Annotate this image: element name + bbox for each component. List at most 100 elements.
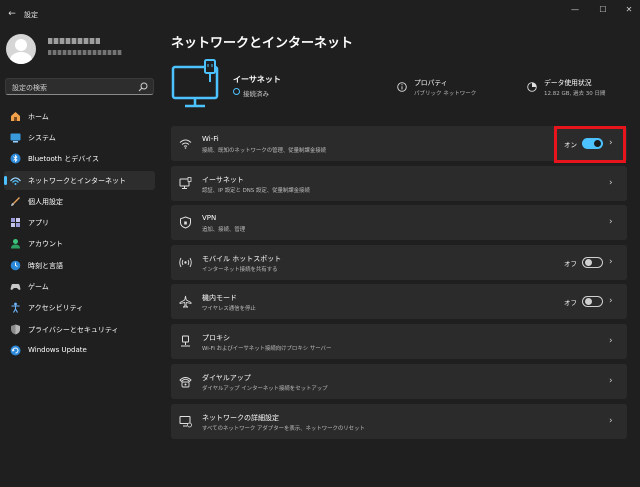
proxy-card[interactable]: プロキシ Wi-Fi およびイーサネット接続向けプロキシ サーバー › xyxy=(171,324,627,359)
hotspot-toggle[interactable] xyxy=(582,257,603,268)
chevron-right-icon: › xyxy=(609,376,613,386)
toggle-knob xyxy=(585,298,592,305)
account-icon xyxy=(11,239,20,249)
data-usage-subtitle: 12.82 GB, 過去 30 日間 xyxy=(544,91,606,97)
user-name-redacted xyxy=(48,38,100,44)
connected-icon xyxy=(233,88,240,95)
vpn-shield-icon xyxy=(180,216,191,229)
card-subtitle: Wi-Fi およびイーサネット接続向けプロキシ サーバー xyxy=(202,346,332,352)
network-icon xyxy=(10,177,21,185)
sidebar-item-personalization[interactable]: 個人用設定 xyxy=(4,192,155,211)
sidebar-item-bluetooth[interactable]: Bluetooth とデバイス xyxy=(4,149,155,168)
ethernet-status: 接続済み xyxy=(243,90,269,98)
personalization-icon xyxy=(11,197,20,206)
sidebar-item-label: ゲーム xyxy=(28,283,49,291)
app-title: 設定 xyxy=(24,11,38,19)
close-button[interactable]: ✕ xyxy=(620,4,638,16)
sidebar-item-apps[interactable]: アプリ xyxy=(4,213,155,232)
airplane-mode-card[interactable]: 機内モード ワイヤレス通信を停止 オフ › xyxy=(171,284,627,319)
minimize-button[interactable]: — xyxy=(566,4,584,16)
ethernet-card[interactable]: イーサネット 認証、IP 設定と DNS 設定、従量制課金接続 › xyxy=(171,166,627,201)
highlight-box xyxy=(554,126,626,163)
hotspot-toggle-label: オフ xyxy=(564,260,577,268)
sidebar-item-label: ネットワークとインターネット xyxy=(28,177,126,185)
sidebar-item-accessibility[interactable]: アクセシビリティ xyxy=(4,298,155,317)
wifi-icon xyxy=(179,139,192,149)
user-email-redacted xyxy=(48,50,122,55)
data-usage-icon xyxy=(527,82,537,92)
sidebar-item-windows-update[interactable]: Windows Update xyxy=(4,341,155,360)
sidebar-item-label: アクセシビリティ xyxy=(28,304,84,312)
accessibility-icon xyxy=(11,302,20,313)
search-placeholder: 設定の検索 xyxy=(12,84,47,92)
chevron-right-icon: › xyxy=(609,257,613,267)
card-title: ダイヤルアップ xyxy=(202,374,251,382)
sidebar-item-label: システム xyxy=(28,134,56,142)
card-subtitle: 追加、接続、管理 xyxy=(202,227,246,233)
chevron-right-icon: › xyxy=(609,416,613,426)
apps-icon xyxy=(11,218,20,227)
maximize-button[interactable]: ☐ xyxy=(594,4,612,16)
card-subtitle: すべてのネットワーク アダプターを表示、ネットワークのリセット xyxy=(202,426,365,432)
sidebar-item-gaming[interactable]: ゲーム xyxy=(4,277,155,296)
bluetooth-icon xyxy=(10,153,21,164)
card-title: プロキシ xyxy=(202,334,230,342)
back-button[interactable]: ← xyxy=(6,8,18,20)
sidebar-item-home[interactable]: ホーム xyxy=(4,107,155,126)
airplane-toggle[interactable] xyxy=(582,296,603,307)
dial-up-icon xyxy=(179,377,192,388)
advanced-network-icon xyxy=(179,416,192,428)
sidebar-item-network[interactable]: ネットワークとインターネット xyxy=(4,171,155,190)
card-subtitle: 接続、既知のネットワークの管理、従量制課金接続 xyxy=(202,148,326,154)
gaming-icon xyxy=(10,283,21,290)
sidebar-item-label: 個人用設定 xyxy=(28,198,63,206)
sidebar-item-label: アプリ xyxy=(28,219,49,227)
card-title: イーサネット xyxy=(202,176,244,184)
shield-icon xyxy=(11,324,20,335)
sidebar: 設定の検索 ホーム システム Bluetooth とデバイス ネットワークとイン… xyxy=(0,28,160,487)
time-language-icon xyxy=(10,260,21,271)
info-icon xyxy=(397,82,407,92)
page-title: ネットワークとインターネット xyxy=(171,36,354,51)
airplane-icon xyxy=(179,295,192,308)
chevron-right-icon: › xyxy=(609,296,613,306)
sidebar-item-accounts[interactable]: アカウント xyxy=(4,234,155,253)
sidebar-item-label: Bluetooth とデバイス xyxy=(28,155,99,163)
search-icon xyxy=(138,82,148,92)
sidebar-item-system[interactable]: システム xyxy=(4,128,155,147)
sidebar-item-time-language[interactable]: 時刻と言語 xyxy=(4,256,155,275)
card-subtitle: ダイヤルアップ インターネット接続をセットアップ xyxy=(202,386,328,392)
properties-subtitle: パブリック ネットワーク xyxy=(414,91,477,97)
sidebar-item-label: プライバシーとセキュリティ xyxy=(28,326,119,334)
data-usage-title[interactable]: データ使用状況 xyxy=(544,77,592,87)
search-input[interactable]: 設定の検索 xyxy=(5,78,154,95)
card-subtitle: ワイヤレス通信を停止 xyxy=(202,306,256,312)
ethernet-monitor-icon xyxy=(171,59,219,108)
chevron-right-icon: › xyxy=(609,178,613,188)
card-title: VPN xyxy=(202,214,217,222)
mobile-hotspot-card[interactable]: モバイル ホットスポット インターネット接続を共有する オフ › xyxy=(171,245,627,280)
card-title: Wi-Fi xyxy=(202,135,219,143)
card-title: 機内モード xyxy=(202,294,237,302)
windows-update-icon xyxy=(10,345,21,356)
properties-title[interactable]: プロパティ xyxy=(414,77,448,87)
system-icon xyxy=(10,133,21,143)
airplane-toggle-label: オフ xyxy=(564,299,577,307)
card-title: モバイル ホットスポット xyxy=(202,255,282,263)
hotspot-icon xyxy=(179,257,192,268)
chevron-right-icon: › xyxy=(609,336,613,346)
sidebar-item-label: Windows Update xyxy=(28,346,87,354)
avatar[interactable] xyxy=(6,34,36,64)
card-subtitle: インターネット接続を共有する xyxy=(202,267,278,273)
sidebar-item-privacy-security[interactable]: プライバシーとセキュリティ xyxy=(4,320,155,339)
card-subtitle: 認証、IP 設定と DNS 設定、従量制課金接続 xyxy=(202,188,310,194)
chevron-right-icon: › xyxy=(609,217,613,227)
sidebar-item-label: アカウント xyxy=(28,240,63,248)
ethernet-icon xyxy=(179,177,192,189)
vpn-card[interactable]: VPN 追加、接続、管理 › xyxy=(171,205,627,240)
home-icon xyxy=(11,112,20,121)
advanced-network-settings-card[interactable]: ネットワークの詳細設定 すべてのネットワーク アダプターを表示、ネットワークのリ… xyxy=(171,404,627,439)
sidebar-item-label: 時刻と言語 xyxy=(28,262,63,270)
dial-up-card[interactable]: ダイヤルアップ ダイヤルアップ インターネット接続をセットアップ › xyxy=(171,364,627,399)
toggle-knob xyxy=(585,259,592,266)
